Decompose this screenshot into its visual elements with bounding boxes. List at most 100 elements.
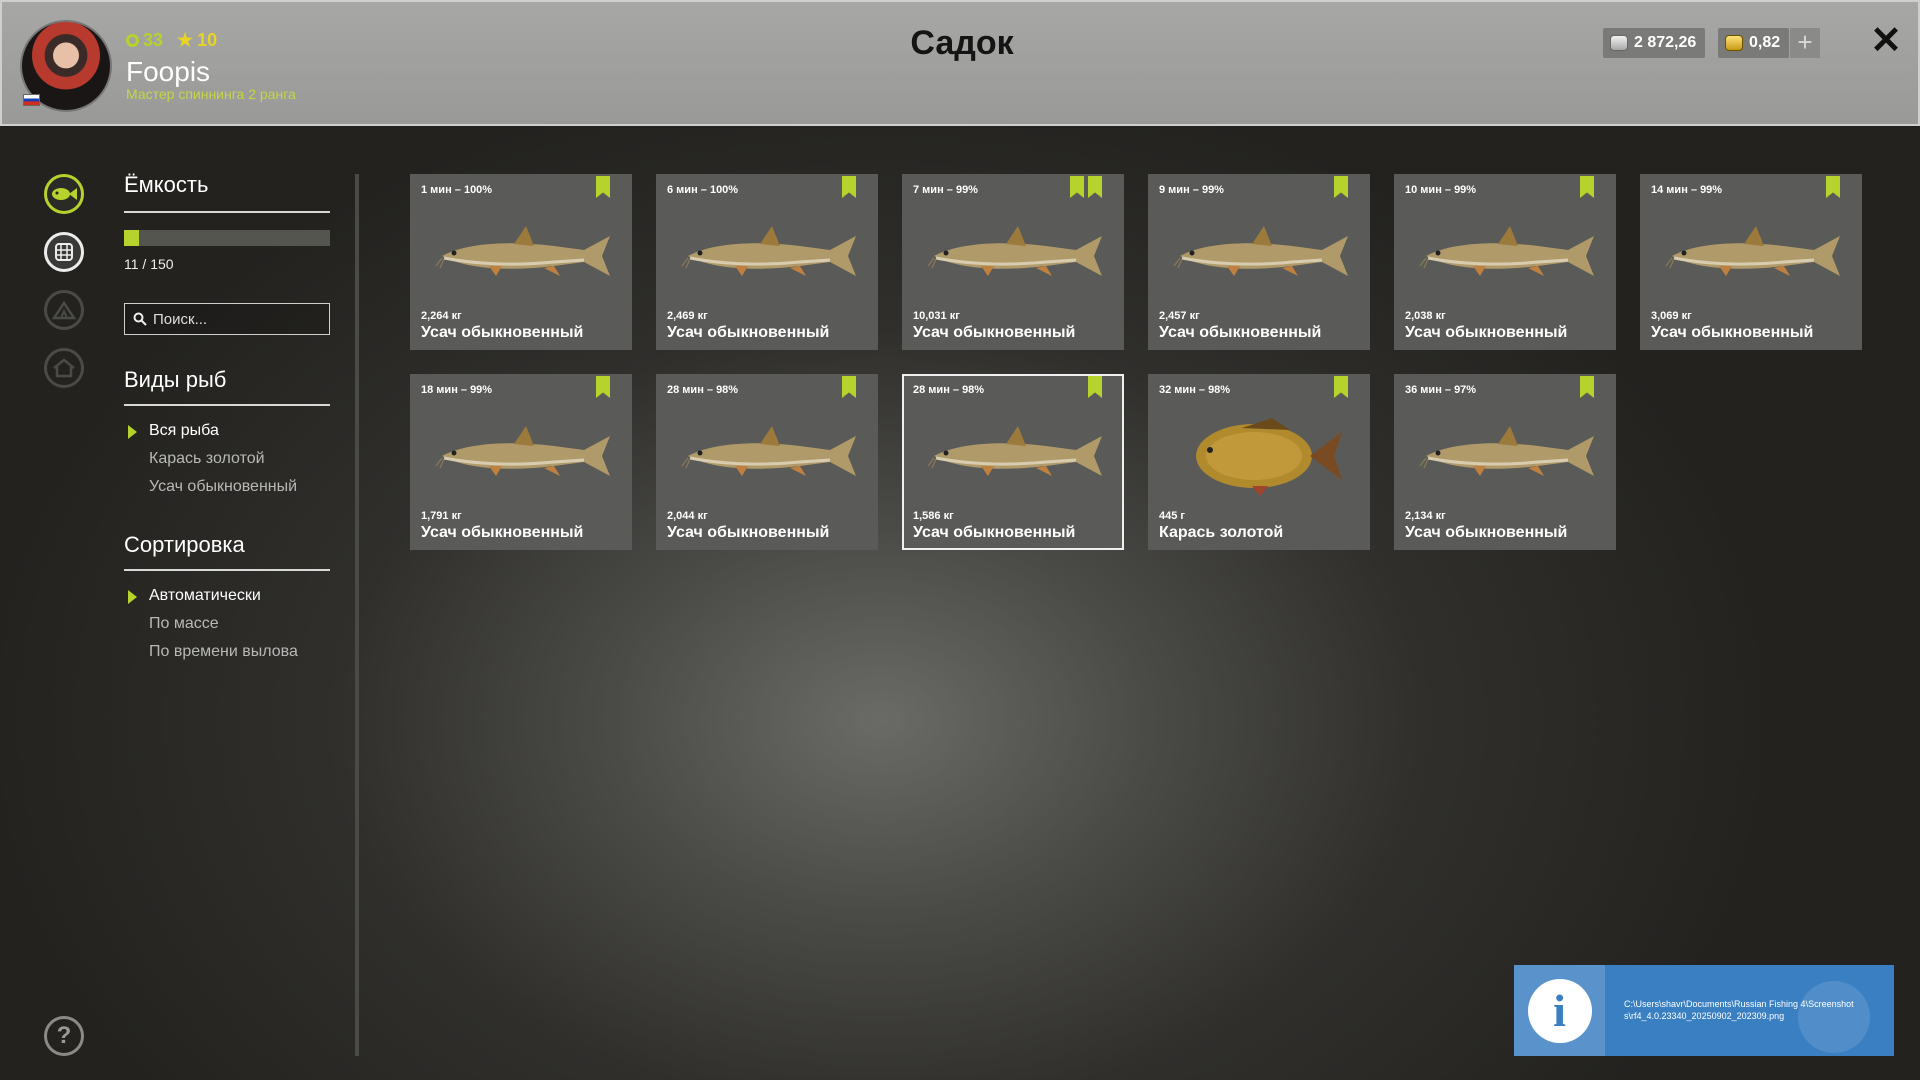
bookmark-icon[interactable] <box>596 376 610 398</box>
species-filter-crucian[interactable]: Карась золотой <box>149 450 265 468</box>
fish-name: Усач обыкновенный <box>421 524 584 541</box>
info-icon-box: i <box>1514 965 1605 1056</box>
fish-weight: 2,038 кг <box>1405 310 1446 322</box>
bookmark-icon[interactable] <box>1580 376 1594 398</box>
fish-name: Усач обыкновенный <box>913 324 1076 341</box>
tent-icon[interactable] <box>44 290 84 330</box>
fish-name: Усач обыкновенный <box>667 524 830 541</box>
close-icon[interactable]: ✕ <box>1866 18 1906 64</box>
home-icon[interactable] <box>44 348 84 388</box>
bookmark-icon[interactable] <box>842 376 856 398</box>
fish-weight: 2,457 кг <box>1159 310 1200 322</box>
silver-amount: 2 872,26 <box>1634 34 1697 51</box>
capacity-count: 11 / 150 <box>124 256 174 272</box>
player-rank-title: Мастер спиннинга 2 ранга <box>126 86 296 102</box>
help-icon[interactable]: ? <box>44 1016 84 1056</box>
gold-coin-icon <box>1725 35 1743 51</box>
bookmark-icon[interactable] <box>842 176 856 198</box>
bookmark-icon[interactable] <box>1334 176 1348 198</box>
fish-image <box>1665 226 1840 276</box>
capacity-progress-bar <box>124 230 330 246</box>
fish-image <box>435 226 610 276</box>
bookmark-icon[interactable] <box>1580 176 1594 198</box>
catch-time: 9 мин – 99% <box>1159 184 1224 196</box>
bookmark-icon[interactable] <box>1334 376 1348 398</box>
fish-name: Усач обыкновенный <box>1159 324 1322 341</box>
sort-by-catch-time[interactable]: По времени вылова <box>149 643 298 661</box>
fish-weight: 2,134 кг <box>1405 510 1446 522</box>
fish-card[interactable]: 9 мин – 99% 2,457 кг Усач обыкновенный <box>1148 174 1370 350</box>
catch-time: 18 мин – 99% <box>421 384 493 396</box>
keepnet-icon[interactable] <box>44 232 84 272</box>
fish-name: Усач обыкновенный <box>1651 324 1814 341</box>
fish-weight: 1,791 кг <box>421 510 462 522</box>
fish-name: Усач обыкновенный <box>421 324 584 341</box>
fish-card[interactable]: 18 мин – 99% 1,791 кг Усач обыкновенный <box>410 374 632 550</box>
fish-image <box>681 426 856 476</box>
fish-image <box>927 226 1102 276</box>
cursor-icon <box>1798 981 1870 1053</box>
fish-name: Усач обыкновенный <box>667 324 830 341</box>
bookmark-icon[interactable] <box>1088 376 1102 398</box>
fish-image <box>681 226 856 276</box>
flag-icon <box>23 94 40 106</box>
selected-arrow-icon <box>128 425 137 439</box>
fish-card[interactable]: 10 мин – 99% 2,038 кг Усач обыкновенный <box>1394 174 1616 350</box>
bookmark-icon[interactable] <box>596 176 610 198</box>
add-currency-button[interactable]: + <box>1790 28 1820 58</box>
fish-name: Карась золотой <box>1159 524 1284 541</box>
species-filter-barbel[interactable]: Усач обыкновенный <box>149 478 297 496</box>
fish-card[interactable]: 7 мин – 99% 10,031 кг Усач обыкновенный <box>902 174 1124 350</box>
catch-time: 1 мин – 100% <box>421 184 493 196</box>
sort-divider <box>124 569 330 571</box>
fish-weight: 2,469 кг <box>667 310 708 322</box>
fish-image <box>927 426 1102 476</box>
search-field[interactable] <box>124 303 330 335</box>
fish-card[interactable]: 28 мин – 98% 2,044 кг Усач обыкновенный <box>656 374 878 550</box>
sort-title: Сортировка <box>124 532 245 557</box>
search-input[interactable] <box>153 310 323 328</box>
fish-card[interactable]: 36 мин – 97% 2,134 кг Усач обыкновенный <box>1394 374 1616 550</box>
fish-name: Усач обыкновенный <box>1405 524 1568 541</box>
panel-divider <box>355 174 359 1056</box>
fish-weight: 2,044 кг <box>667 510 708 522</box>
fish-icon[interactable] <box>44 174 84 214</box>
fish-image <box>1173 226 1348 276</box>
sort-by-weight[interactable]: По массе <box>149 615 219 633</box>
fish-weight: 3,069 кг <box>1651 310 1692 322</box>
silver-coin-icon <box>1610 35 1628 51</box>
species-filter-all[interactable]: Вся рыба <box>149 422 219 440</box>
catch-time: 28 мин – 98% <box>667 384 739 396</box>
silver-balance: 2 872,26 <box>1603 28 1706 58</box>
fish-weight: 445 г <box>1159 510 1185 522</box>
screenshot-notification[interactable]: i C:\Users\shavr\Documents\Russian Fishi… <box>1514 965 1894 1056</box>
fish-name: Усач обыкновенный <box>1405 324 1568 341</box>
species-divider <box>124 404 330 406</box>
catch-time: 28 мин – 98% <box>913 384 985 396</box>
fish-card[interactable]: 32 мин – 98% 445 г Карась золотой <box>1148 374 1370 550</box>
fish-weight: 10,031 кг <box>913 310 960 322</box>
catch-time: 14 мин – 99% <box>1651 184 1723 196</box>
favorite-bookmark-icon[interactable] <box>1088 176 1102 198</box>
header-bar: 33 ★ 10 Foopis Мастер спиннинга 2 ранга … <box>0 0 1920 126</box>
fish-name: Усач обыкновенный <box>913 524 1076 541</box>
species-title: Виды рыб <box>124 367 227 392</box>
bookmark-icon[interactable] <box>1070 176 1084 198</box>
fish-card[interactable]: 28 мин – 98% 1,586 кг Усач обыкновенный <box>902 374 1124 550</box>
fish-card[interactable]: 6 мин – 100% 2,469 кг Усач обыкновенный <box>656 174 878 350</box>
catch-time: 36 мин – 97% <box>1405 384 1477 396</box>
fish-card[interactable]: 1 мин – 100% 2,264 кг Усач обыкновенный <box>410 174 632 350</box>
fish-image <box>1419 226 1594 276</box>
fish-image <box>435 426 610 476</box>
gold-amount: 0,82 <box>1749 34 1781 51</box>
info-icon: i <box>1527 978 1592 1043</box>
bookmark-icon[interactable] <box>1826 176 1840 198</box>
sort-auto[interactable]: Автоматически <box>149 587 261 605</box>
catch-time: 32 мин – 98% <box>1159 384 1231 396</box>
gold-balance: 0,82 <box>1718 28 1790 58</box>
catch-time: 7 мин – 99% <box>913 184 978 196</box>
capacity-progress-fill <box>124 230 140 246</box>
catch-time: 6 мин – 100% <box>667 184 739 196</box>
fish-card[interactable]: 14 мин – 99% 3,069 кг Усач обыкновенный <box>1640 174 1862 350</box>
capacity-divider <box>124 211 330 213</box>
